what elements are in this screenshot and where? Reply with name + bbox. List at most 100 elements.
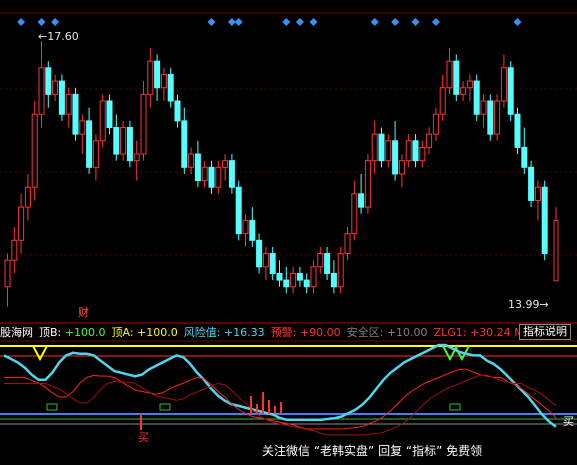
candle-body [344, 233, 351, 255]
candle-body [364, 160, 371, 208]
top-marker-diamond [207, 18, 216, 26]
warn-value: +90.00 [299, 326, 341, 339]
candle-body [194, 153, 201, 182]
candle-body [256, 239, 263, 268]
topA-value: +100.0 [137, 326, 178, 339]
candle-body [269, 253, 276, 274]
price-max-value: 17.60 [47, 30, 79, 43]
signal-bar [262, 392, 264, 414]
top-marker-diamond [17, 18, 26, 26]
candle-body [72, 93, 79, 135]
topA-label: 顶A: [111, 326, 134, 339]
candle-body [262, 253, 269, 268]
candle-body [541, 186, 548, 255]
zlg-item: ZLG1: +30.24 M [434, 326, 524, 339]
green-tag [159, 403, 171, 411]
price-max-label: ←17.60 [38, 30, 79, 43]
candle-body [439, 87, 446, 115]
top-marker-diamond [391, 18, 400, 26]
candle-body [534, 186, 541, 201]
candle-body [92, 140, 99, 168]
candle-body [296, 272, 303, 281]
candle-body [473, 80, 480, 115]
indicator-brand: 股海网 [0, 326, 33, 339]
top-marker-diamond [51, 18, 60, 26]
risk-label: 风险值: [183, 326, 221, 339]
candle-body [310, 266, 317, 288]
signal-bar [256, 404, 258, 414]
candle-body [201, 166, 208, 182]
warn-item: 预警: +90.00 [271, 324, 341, 340]
candle-body [507, 67, 514, 115]
candle-body [412, 140, 419, 162]
chart-grid [0, 12, 577, 342]
candle-body [208, 166, 215, 188]
candle-body [99, 100, 106, 142]
candle-body [432, 113, 439, 135]
candle-body [426, 133, 433, 148]
chart-canvas [0, 12, 577, 436]
price-min-label: 13.99→ [508, 298, 549, 311]
zlg-label: ZLG1: [433, 325, 467, 339]
green-tag [46, 403, 58, 411]
candlestick-series [4, 41, 559, 307]
candle-body [106, 100, 113, 129]
indicator-panel [0, 343, 577, 436]
candle-body [330, 272, 337, 288]
candle-body [52, 80, 59, 95]
candle-body [337, 253, 344, 288]
candle-body [222, 160, 229, 168]
candle-body [140, 93, 147, 155]
candle-body [181, 120, 188, 168]
indicator-header: 股海网 顶B: +100.0 顶A: +100.0 风险值: +16.33 预警… [0, 324, 577, 340]
candle-body [31, 113, 38, 188]
candle-body [392, 140, 399, 175]
candle-body [215, 166, 222, 188]
candle-body [405, 140, 412, 162]
candle-body [324, 253, 331, 274]
top-markers [17, 18, 522, 26]
candle-body [398, 160, 405, 175]
candle-body [235, 186, 242, 235]
candle-body [45, 67, 52, 95]
candle-body [120, 127, 127, 155]
top-marker-diamond [431, 18, 440, 26]
candle-body [86, 120, 93, 168]
top-marker-diamond [309, 18, 318, 26]
candle-body [160, 73, 167, 89]
candle-body [494, 100, 501, 135]
safe-label: 安全区: [346, 326, 384, 339]
candle-body [371, 133, 378, 162]
candle-body [514, 113, 521, 148]
buy-signal-label: 买 [138, 431, 149, 444]
top-marker-diamond [370, 18, 379, 26]
topB-signal-v [32, 345, 48, 362]
candle-body [242, 219, 249, 235]
candle-body [290, 272, 297, 288]
candle-body [188, 153, 195, 168]
candle-body [303, 279, 310, 288]
candle-body [528, 166, 535, 201]
safe-item: 安全区: +10.00 [347, 324, 428, 340]
watermark-text: 关注微信 “老韩实盘” 回复 “指标” 免费领 [262, 444, 483, 458]
candle-body [11, 239, 18, 261]
candle-body [453, 60, 460, 95]
candle-body [147, 60, 154, 95]
candle-body [38, 67, 45, 115]
zlg-value: +30.24 [469, 325, 511, 339]
candle-body [133, 153, 140, 162]
candle-body [276, 272, 283, 281]
candle-body [79, 120, 86, 135]
candle-body [466, 80, 473, 89]
candle-body [460, 87, 467, 95]
indicator-help-button[interactable]: 指标说明 [519, 324, 571, 340]
topB-label: 顶B: [39, 326, 62, 339]
top-marker-diamond [37, 18, 46, 26]
signal-bar [280, 402, 282, 414]
candle-body [351, 193, 358, 235]
buy-signal-label-2: 买 [563, 415, 574, 428]
topB-value: +100.0 [64, 326, 106, 339]
top-marker-diamond [234, 18, 243, 26]
topA-item: 顶A: +100.0 [111, 324, 177, 340]
price-min-value: 13.99 [508, 298, 540, 311]
